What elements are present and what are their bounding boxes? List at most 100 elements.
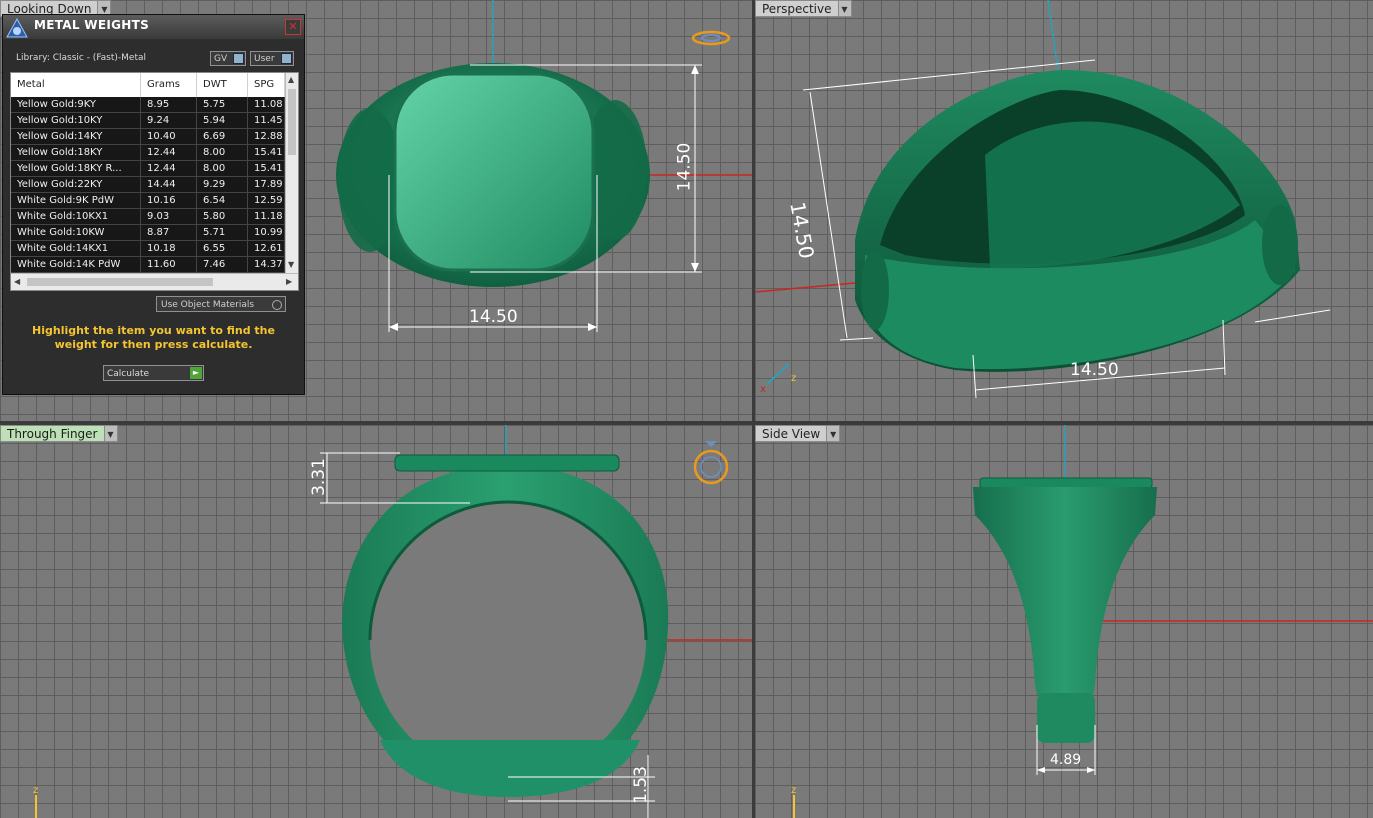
dimension-label-top: 3.31 (308, 458, 329, 496)
svg-text:x: x (760, 384, 766, 395)
svg-text:z: z (33, 785, 38, 796)
signet-face (393, 72, 595, 272)
dimension-label-width: 14.50 (1070, 360, 1119, 380)
toggle-knob-icon (233, 53, 244, 64)
through-finger-scene: z (33, 425, 752, 818)
metal-weights-table[interactable]: Metal Grams DWT SPG Yellow Gold:9KY 8.95 5… (10, 72, 299, 291)
shank-bottom (1037, 693, 1095, 743)
column-header-spg[interactable]: SPG (248, 73, 285, 97)
close-button[interactable]: ✕ (285, 19, 301, 35)
spg-cell: 12.61 (248, 241, 285, 256)
metal-cell: Yellow Gold:18KY R... (11, 161, 141, 176)
table-row[interactable]: White Gold:14K PdW 11.60 7.46 14.37 (11, 257, 285, 273)
table-row[interactable]: White Gold:10KX1 9.03 5.80 11.18 (11, 209, 285, 225)
viewport-side-view[interactable]: Side View ▼ z 4.89 (755, 425, 1373, 818)
scroll-down-icon[interactable]: ▼ (288, 260, 294, 269)
viewport-label-through-finger[interactable]: Through Finger ▼ (0, 425, 118, 442)
viewport-name: Through Finger (0, 425, 105, 442)
table-row[interactable]: White Gold:10KW 8.87 5.71 10.99 (11, 225, 285, 241)
dwt-cell: 8.00 (197, 161, 248, 176)
horizontal-scroll-thumb[interactable] (27, 278, 213, 286)
viewport-through-finger[interactable]: Through Finger ▼ z 3.31 1.53 (0, 425, 752, 818)
table-row[interactable]: White Gold:9K PdW 10.16 6.54 12.59 (11, 193, 285, 209)
close-icon: ✕ (288, 20, 298, 33)
shank-side (973, 487, 1157, 695)
user-toggle[interactable]: User (250, 51, 294, 66)
scroll-left-icon[interactable]: ◀ (14, 277, 20, 286)
spg-cell: 14.37 (248, 257, 285, 272)
dimension-label-height: 14.50 (674, 142, 695, 192)
scroll-up-icon[interactable]: ▲ (288, 75, 294, 84)
grams-cell: 8.95 (141, 97, 197, 112)
table-row[interactable]: Yellow Gold:10KY 9.24 5.94 11.45 (11, 113, 285, 129)
axis-gizmo-icon: z (791, 785, 796, 818)
axis-gizmo-icon: z (33, 785, 38, 818)
viewport-name: Side View (755, 425, 828, 442)
spg-cell: 15.41 (248, 145, 285, 160)
chevron-down-icon[interactable]: ▼ (827, 425, 841, 442)
viewport-label-perspective[interactable]: Perspective ▼ (755, 0, 852, 17)
grams-cell: 11.60 (141, 257, 197, 272)
dwt-cell: 5.75 (197, 97, 248, 112)
metal-cell: Yellow Gold:9KY (11, 97, 141, 112)
column-header-grams[interactable]: Grams (141, 73, 197, 97)
dimension-label-shank: 4.89 (1050, 752, 1082, 768)
vertical-scroll-thumb[interactable] (288, 89, 296, 155)
metal-cell: Yellow Gold:22KY (11, 177, 141, 192)
table-row[interactable]: Yellow Gold:9KY 8.95 5.75 11.08 (11, 97, 285, 113)
radio-icon (272, 300, 282, 310)
horizontal-scrollbar[interactable]: ◀ ▶ (11, 273, 298, 290)
table-row[interactable]: Yellow Gold:14KY 10.40 6.69 12.88 (11, 129, 285, 145)
viewport-label-side-view[interactable]: Side View ▼ (755, 425, 841, 442)
spg-cell: 10.99 (248, 225, 285, 240)
grams-cell: 10.18 (141, 241, 197, 256)
grams-cell: 8.87 (141, 225, 197, 240)
use-object-materials-label: Use Object Materials (161, 300, 255, 310)
ring-orientation-icon[interactable] (691, 30, 731, 46)
calculate-label: Calculate (107, 369, 150, 379)
metal-cell: White Gold:10KX1 (11, 209, 141, 224)
signet-top-plate (394, 454, 620, 472)
chevron-down-icon[interactable]: ▼ (104, 425, 118, 442)
table-row[interactable]: White Gold:14KX1 10.18 6.55 12.61 (11, 241, 285, 257)
table-row[interactable]: Yellow Gold:22KY 14.44 9.29 17.89 (11, 177, 285, 193)
ring-orientation-icon[interactable] (693, 441, 729, 485)
vertical-scrollbar[interactable]: ▲ ▼ (285, 73, 298, 273)
dwt-cell: 6.54 (197, 193, 248, 208)
play-icon: ► (190, 367, 202, 379)
dwt-cell: 7.46 (197, 257, 248, 272)
table-row[interactable]: Yellow Gold:18KY R... 12.44 8.00 15.41 (11, 161, 285, 177)
chevron-down-icon[interactable]: ▼ (838, 0, 852, 17)
spg-cell: 11.08 (248, 97, 285, 112)
use-object-materials-option[interactable]: Use Object Materials (156, 296, 286, 312)
viewport-name: Perspective (755, 0, 839, 17)
metal-weights-dialog[interactable]: METAL WEIGHTS ✕ Library: Classic - (Fast… (2, 14, 305, 395)
table-header: Metal Grams DWT SPG (11, 73, 285, 97)
metal-cell: White Gold:10KW (11, 225, 141, 240)
metal-cell: White Gold:9K PdW (11, 193, 141, 208)
grams-cell: 12.44 (141, 161, 197, 176)
grams-cell: 9.24 (141, 113, 197, 128)
column-header-metal[interactable]: Metal (11, 73, 141, 97)
dialog-title-bar[interactable]: METAL WEIGHTS ✕ (3, 15, 304, 39)
gv-toggle[interactable]: GV (210, 51, 246, 66)
engraving-left (338, 108, 402, 252)
toggle-knob-icon (281, 53, 292, 64)
spg-cell: 11.45 (248, 113, 285, 128)
app-logo-icon (6, 17, 28, 38)
dwt-cell: 6.69 (197, 129, 248, 144)
column-header-dwt[interactable]: DWT (197, 73, 248, 97)
table-row[interactable]: Yellow Gold:18KY 12.44 8.00 15.41 (11, 145, 285, 161)
grams-cell: 9.03 (141, 209, 197, 224)
calculate-button[interactable]: Calculate ► (103, 365, 204, 381)
dwt-cell: 6.55 (197, 241, 248, 256)
metal-cell: White Gold:14KX1 (11, 241, 141, 256)
metal-cell: Yellow Gold:14KY (11, 129, 141, 144)
scroll-right-icon[interactable]: ▶ (286, 277, 292, 286)
viewport-perspective[interactable]: Perspective ▼ x z 14.50 14.50 (755, 0, 1373, 421)
library-label: Library: Classic - (Fast)-Metal (16, 53, 147, 63)
grams-cell: 12.44 (141, 145, 197, 160)
signet-top-plate (979, 477, 1153, 489)
grams-cell: 10.16 (141, 193, 197, 208)
table-body: Yellow Gold:9KY 8.95 5.75 11.08 Yellow Gold… (11, 97, 285, 273)
